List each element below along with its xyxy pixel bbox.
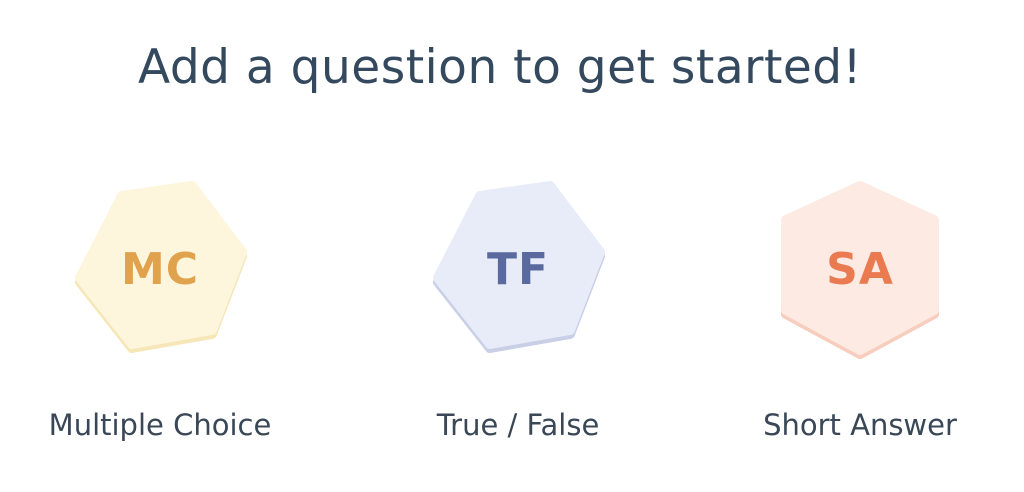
true-false-badge: TF	[486, 244, 550, 295]
multiple-choice-badge: MC	[120, 244, 200, 295]
page-title: Add a question to get started!	[138, 40, 862, 95]
true-false-label: True / False	[436, 408, 600, 442]
multiple-choice-label: Multiple Choice	[48, 408, 272, 442]
multiple-choice-option[interactable]: MC Multiple Choice	[30, 180, 290, 470]
short-answer-option[interactable]: SA Short Answer	[730, 180, 990, 470]
short-answer-badge: SA	[826, 244, 894, 295]
true-false-option[interactable]: TF True / False	[388, 180, 648, 470]
short-answer-label: Short Answer	[763, 408, 957, 442]
